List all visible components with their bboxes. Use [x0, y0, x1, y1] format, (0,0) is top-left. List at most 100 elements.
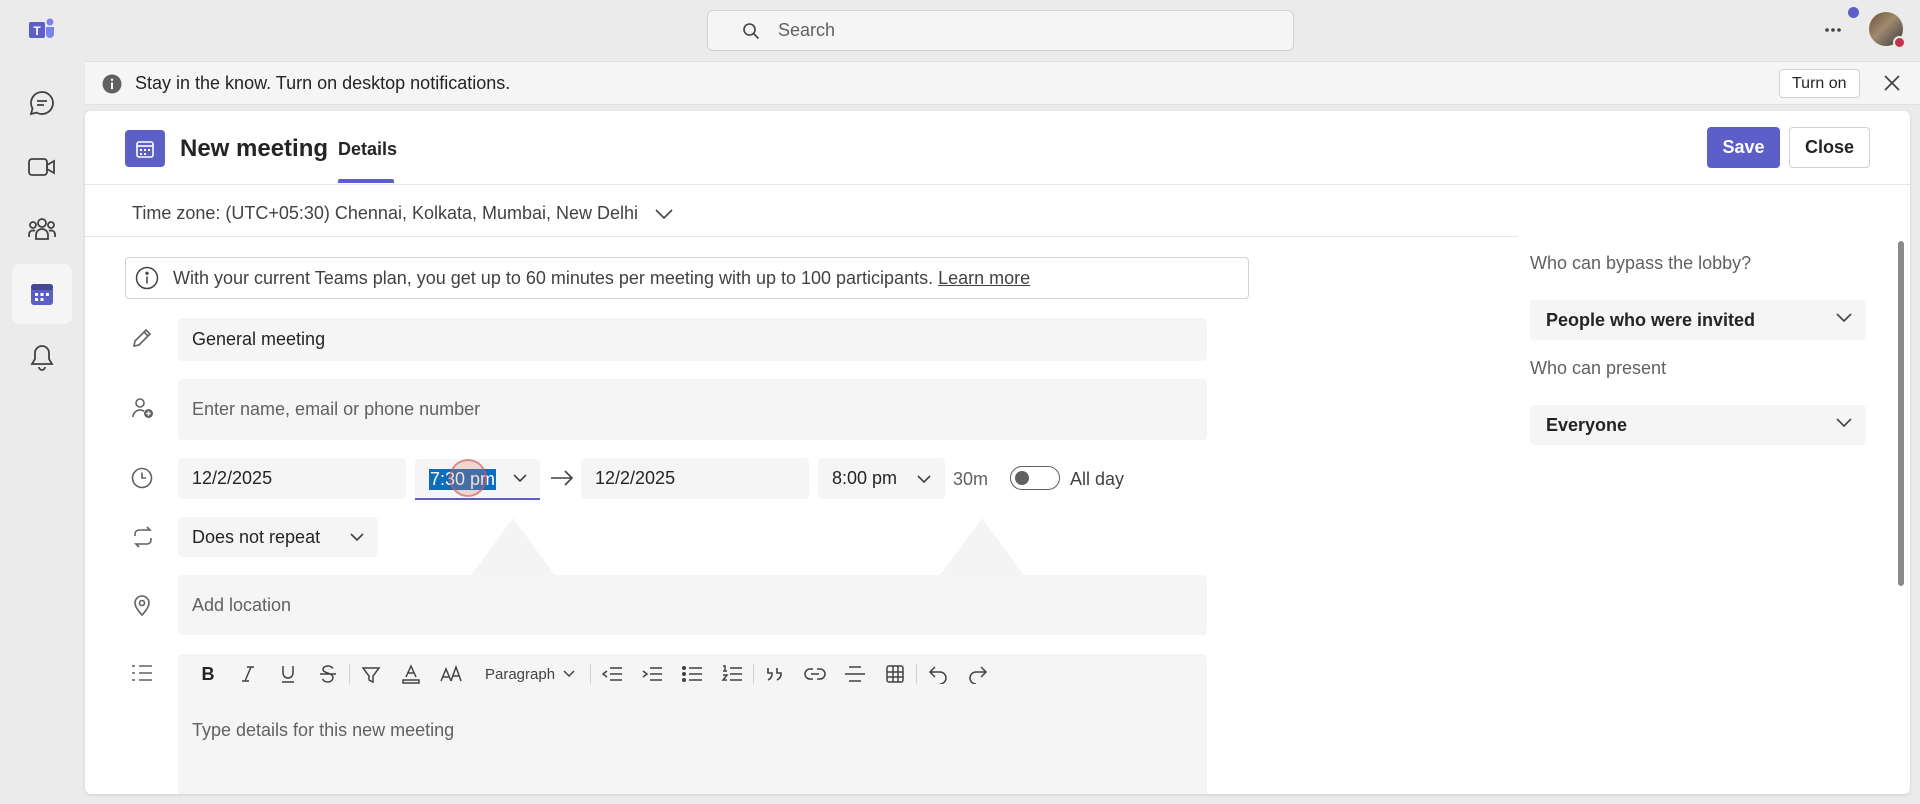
present-select[interactable]: Everyone — [1530, 405, 1866, 445]
form-header: New meeting Details Save Close — [85, 111, 1910, 185]
repeat-select[interactable]: Does not repeat — [178, 517, 378, 557]
scrollbar[interactable] — [1898, 241, 1904, 586]
calendar-badge-icon — [125, 130, 165, 167]
start-date-input[interactable]: 12/2/2025 — [178, 458, 406, 499]
learn-more-link[interactable]: Learn more — [938, 268, 1030, 289]
chevron-down-icon — [563, 670, 575, 678]
tab-details[interactable]: Details — [338, 139, 397, 160]
meeting-form-card: New meeting Details Save Close Time zone… — [85, 111, 1910, 794]
strikethrough-icon[interactable] — [308, 654, 348, 694]
info-outline-icon — [135, 266, 159, 290]
timezone-label: Time zone: (UTC+05:30) Chennai, Kolkata,… — [132, 203, 639, 223]
bulleted-list-icon[interactable] — [672, 654, 712, 694]
banner-message: Stay in the know. Turn on desktop notifi… — [135, 72, 511, 93]
quote-icon[interactable] — [755, 654, 795, 694]
teams-logo-icon[interactable]: T — [12, 0, 72, 60]
svg-text:B: B — [202, 665, 215, 683]
paragraph-style-select[interactable]: Paragraph — [471, 666, 589, 683]
app-rail: T — [0, 0, 84, 804]
arrow-right-icon — [550, 470, 574, 486]
search-placeholder: Search — [778, 20, 836, 40]
save-button[interactable]: Save — [1707, 127, 1780, 168]
redo-icon[interactable] — [958, 654, 998, 694]
plan-notice-text: With your current Teams plan, you get up… — [173, 267, 934, 288]
more-icon[interactable] — [1818, 19, 1848, 39]
svg-text:T: T — [33, 24, 41, 38]
person-add-icon — [131, 396, 155, 420]
decrease-indent-icon[interactable] — [592, 654, 632, 694]
presence-busy-icon — [1893, 36, 1906, 49]
chevron-down-icon — [513, 473, 527, 483]
tooltip-ghost — [469, 518, 557, 578]
all-day-toggle[interactable] — [1010, 466, 1060, 490]
info-icon — [102, 74, 122, 94]
pencil-icon — [131, 327, 153, 349]
search-icon — [742, 22, 760, 40]
chevron-down-icon — [917, 474, 931, 484]
page-title: New meeting — [180, 135, 329, 162]
duration-label: 30m — [953, 469, 989, 489]
turn-on-button[interactable]: Turn on — [1779, 69, 1860, 98]
lobby-select[interactable]: People who were invited — [1530, 300, 1866, 340]
toolbar-separator — [753, 664, 755, 684]
search-box[interactable]: Search — [707, 10, 1294, 51]
bell-icon[interactable] — [12, 327, 72, 387]
all-day-label: All day — [1070, 469, 1125, 489]
highlight-icon[interactable] — [351, 654, 391, 694]
location-input[interactable]: Add location — [178, 575, 1207, 635]
italic-icon[interactable] — [228, 654, 268, 694]
link-icon[interactable] — [795, 654, 835, 694]
timezone-selector[interactable]: Time zone: (UTC+05:30) Chennai, Kolkata,… — [132, 203, 674, 224]
tab-indicator — [338, 179, 394, 183]
format-toolbar: B Paragraph — [178, 654, 1207, 694]
clock-icon — [131, 467, 153, 489]
notification-dot — [1848, 7, 1859, 18]
chat-icon[interactable] — [12, 73, 72, 133]
paragraph-label: Paragraph — [485, 665, 556, 683]
meeting-title-input[interactable]: General meeting — [178, 318, 1207, 361]
tooltip-ghost — [938, 518, 1026, 578]
cursor-indicator — [449, 459, 487, 497]
divider — [85, 236, 1518, 237]
lobby-label: Who can bypass the lobby? — [1530, 253, 1752, 273]
present-value: Everyone — [1546, 414, 1628, 435]
font-color-icon[interactable] — [391, 654, 431, 694]
chevron-down-icon — [1836, 417, 1852, 427]
table-icon[interactable] — [875, 654, 915, 694]
plan-notice: With your current Teams plan, you get up… — [125, 257, 1249, 299]
end-date-input[interactable]: 12/2/2025 — [581, 458, 809, 499]
calendar-icon[interactable] — [12, 264, 72, 324]
notification-banner: Stay in the know. Turn on desktop notifi… — [85, 61, 1920, 105]
location-icon — [131, 593, 153, 617]
repeat-icon — [131, 526, 155, 548]
numbered-list-icon[interactable] — [712, 654, 752, 694]
toolbar-separator — [916, 664, 918, 684]
lobby-value: People who were invited — [1546, 309, 1756, 330]
toolbar-separator — [349, 664, 350, 684]
start-time-select[interactable]: 7:30 pm — [415, 459, 540, 500]
people-icon[interactable] — [12, 199, 72, 259]
details-placeholder: Type details for this new meeting — [192, 720, 455, 740]
chevron-down-icon — [350, 532, 364, 542]
avatar[interactable] — [1869, 12, 1906, 49]
chevron-down-icon — [654, 208, 674, 220]
video-icon[interactable] — [12, 137, 72, 197]
toggle-knob — [1015, 471, 1029, 485]
underline-icon[interactable] — [268, 654, 308, 694]
bold-icon[interactable]: B — [188, 654, 228, 694]
chevron-down-icon — [1836, 312, 1852, 322]
increase-indent-icon[interactable] — [632, 654, 672, 694]
end-time-value: 8:00 pm — [832, 468, 898, 488]
close-icon[interactable] — [1882, 73, 1902, 93]
attendees-input[interactable]: Enter name, email or phone number — [178, 379, 1207, 440]
end-time-select[interactable]: 8:00 pm — [818, 458, 945, 499]
font-size-icon[interactable] — [431, 654, 471, 694]
close-button[interactable]: Close — [1789, 127, 1870, 168]
details-editor[interactable]: B Paragraph Type details for this new me… — [178, 654, 1207, 794]
list-icon — [131, 664, 153, 682]
horizontal-rule-icon[interactable] — [835, 654, 875, 694]
repeat-value: Does not repeat — [192, 526, 321, 547]
present-label: Who can present — [1530, 358, 1667, 378]
toolbar-separator — [590, 664, 592, 684]
undo-icon[interactable] — [918, 654, 958, 694]
